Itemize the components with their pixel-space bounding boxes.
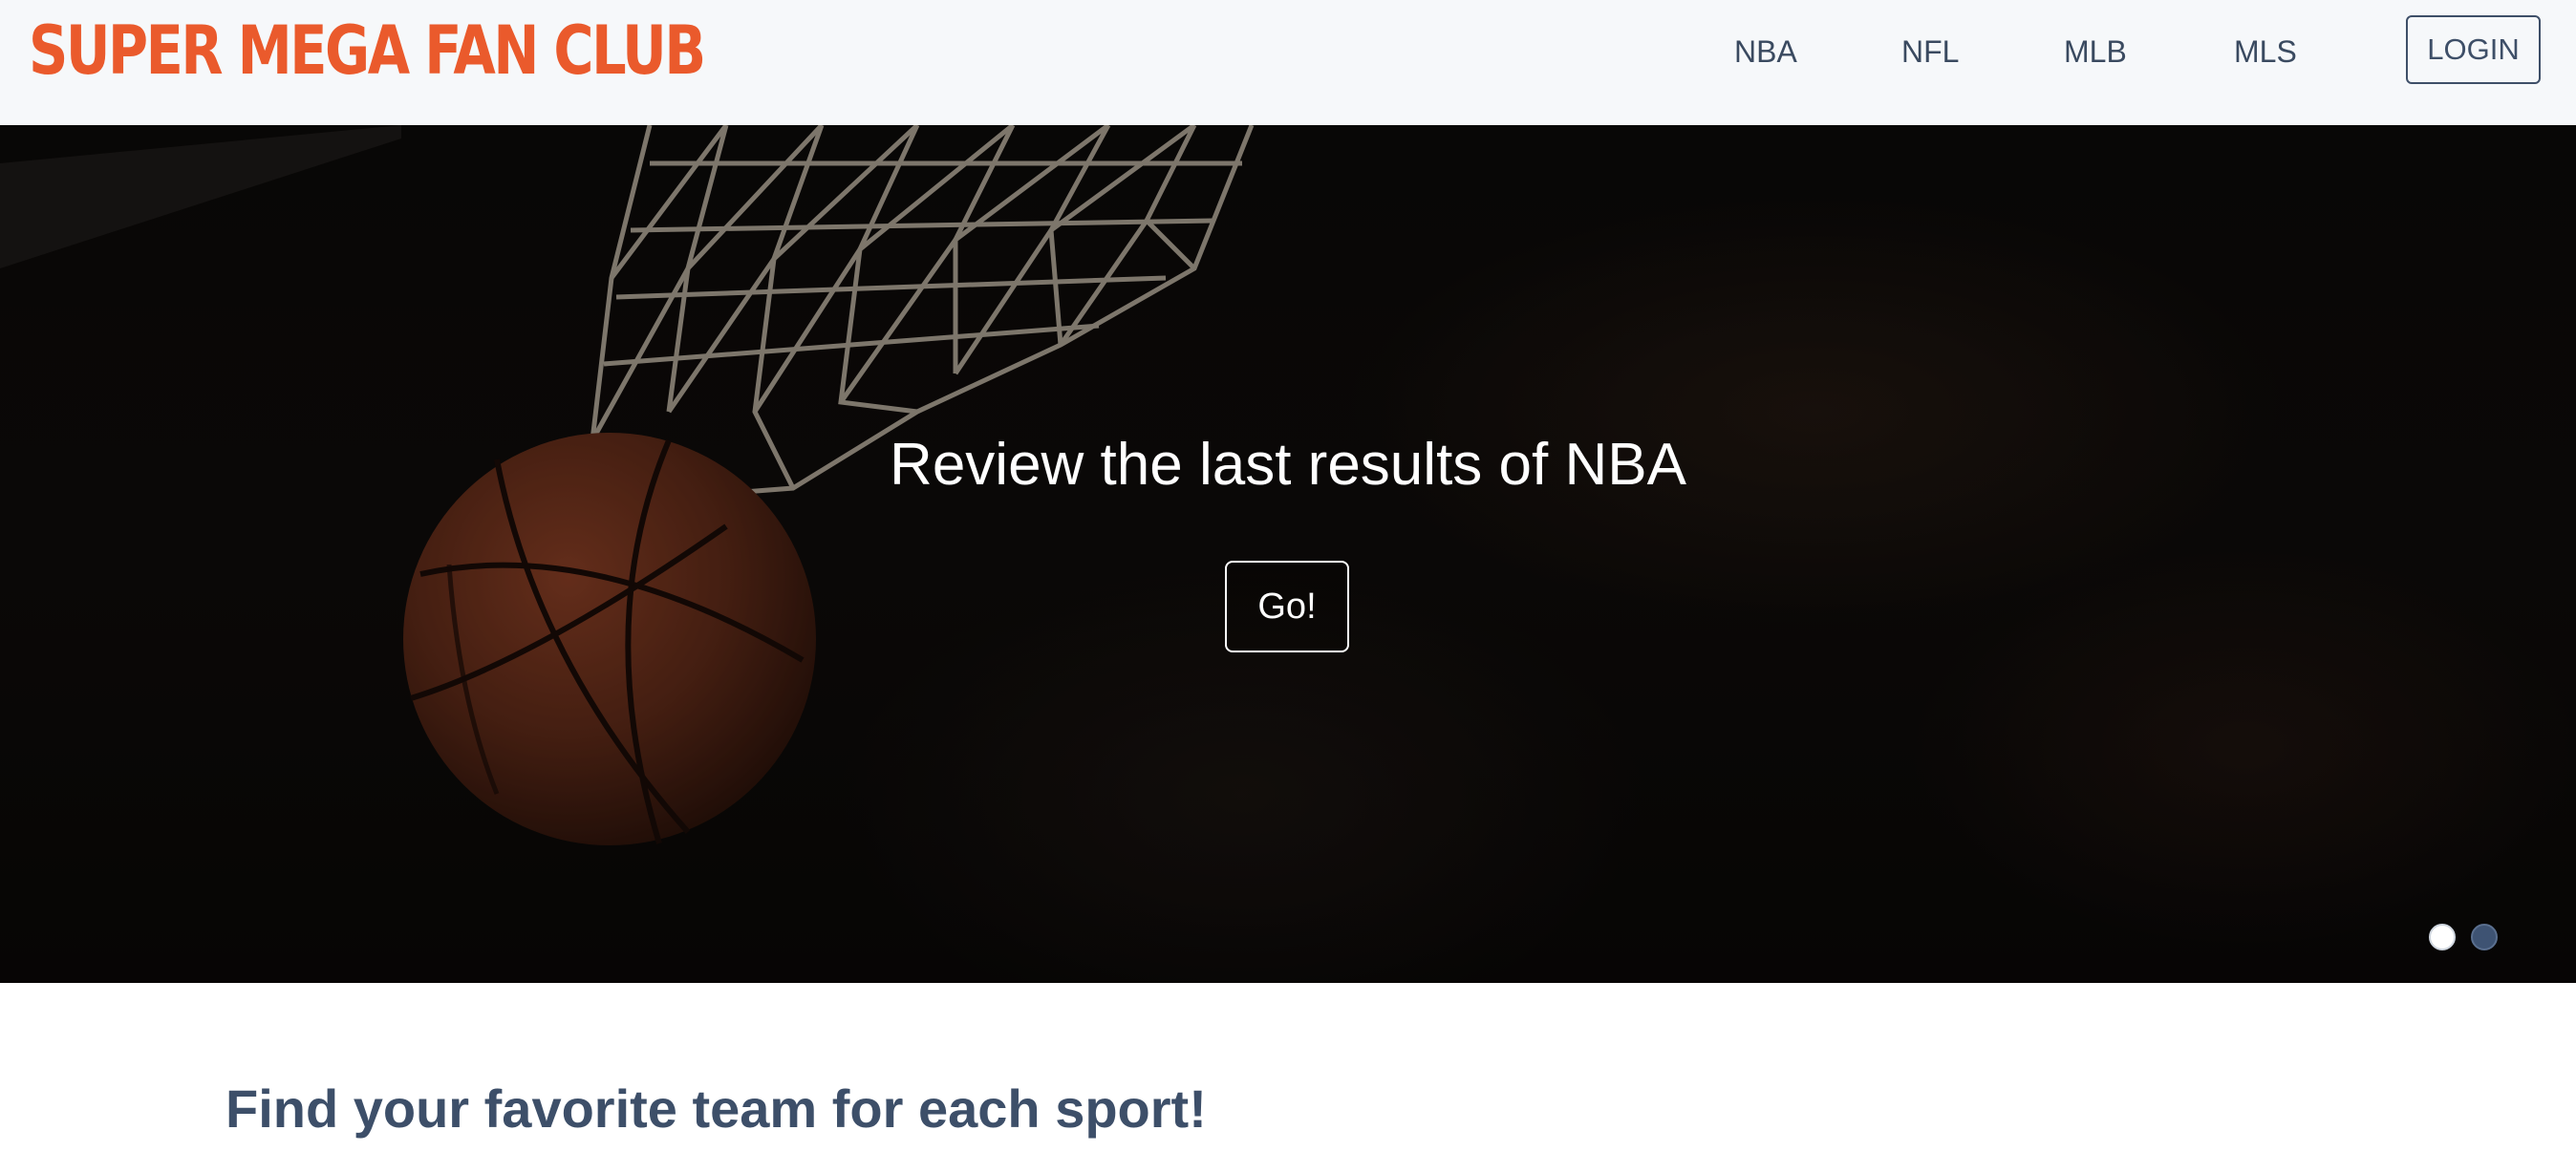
- section-title: Find your favorite team for each sport!: [225, 1078, 1207, 1139]
- brand-logo[interactable]: SUPER MEGA FAN CLUB: [29, 10, 706, 92]
- top-navbar: SUPER MEGA FAN CLUB NBA NFL MLB MLS LOGI…: [0, 0, 2576, 126]
- nav-link-mlb[interactable]: MLB: [2064, 32, 2127, 71]
- login-button[interactable]: LOGIN: [2406, 15, 2541, 84]
- carousel-dot-2[interactable]: [2471, 924, 2498, 950]
- go-button[interactable]: Go!: [1225, 561, 1349, 652]
- hero-carousel: Review the last results of NBA Go!: [0, 125, 2576, 983]
- page: SUPER MEGA FAN CLUB NBA NFL MLB MLS LOGI…: [0, 0, 2576, 1152]
- nav-link-nba[interactable]: NBA: [1734, 32, 1797, 71]
- hero-title: Review the last results of NBA: [890, 432, 1686, 498]
- carousel-indicators: [2429, 924, 2498, 954]
- nav-link-mls[interactable]: MLS: [2234, 32, 2297, 71]
- carousel-dot-1[interactable]: [2429, 924, 2456, 950]
- hero-background-image: [0, 125, 2576, 983]
- nav-link-nfl[interactable]: NFL: [1901, 32, 1959, 71]
